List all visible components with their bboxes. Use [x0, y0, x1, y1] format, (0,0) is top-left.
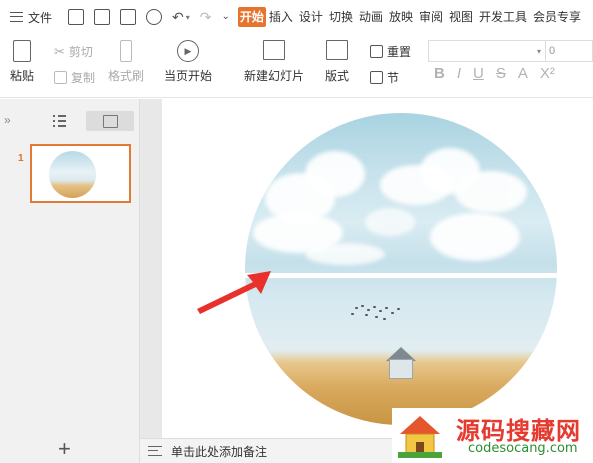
format-painter-button[interactable]: 格式刷 — [108, 40, 144, 84]
print-icon[interactable] — [120, 9, 137, 25]
save-icon[interactable] — [68, 9, 85, 25]
slide-thumbnail[interactable] — [30, 144, 131, 203]
format-painter-label: 格式刷 — [108, 69, 145, 83]
underline-icon[interactable]: U — [473, 66, 484, 81]
section-button[interactable]: 节 — [370, 69, 399, 86]
copy-icon — [54, 71, 67, 84]
quick-access-toolbar: ↶ ▾ ↷ ⌄ — [68, 9, 230, 25]
thumbnail-circle-image — [49, 151, 96, 198]
play-from-current-button[interactable]: ▶ 当页开始 — [164, 40, 212, 84]
new-slide-button[interactable]: 新建幻灯片 — [244, 40, 304, 84]
font-size-value: 0 — [549, 45, 556, 57]
scissors-icon: ✂ — [54, 43, 65, 59]
tab-home[interactable]: 开始 — [237, 7, 266, 27]
paste-icon — [13, 40, 31, 62]
house-image — [383, 345, 419, 381]
watermark: 源码搜藏网 codesocang.com — [392, 408, 593, 463]
play-icon: ▶ — [177, 40, 199, 62]
bold-icon[interactable]: B — [434, 66, 445, 81]
italic-icon[interactable]: I — [457, 66, 461, 81]
layout-icon — [326, 40, 348, 60]
redo-icon[interactable]: ↷ — [200, 10, 212, 24]
export-pdf-icon[interactable] — [94, 9, 111, 25]
collapse-panel-icon[interactable]: » — [4, 113, 11, 127]
brush-icon — [120, 40, 132, 62]
thumbnail-view-icon[interactable] — [86, 111, 134, 131]
customize-dropdown-icon[interactable]: ⌄ — [222, 12, 230, 22]
tab-review[interactable]: 审阅 — [416, 7, 446, 27]
menu-bar: 文件 ↶ ▾ ↷ ⌄ 开始 插入 设计 切换 动画 放映 审阅 视图 开发工具 … — [0, 0, 593, 34]
undo-icon[interactable]: ↶ — [172, 10, 184, 24]
ribbon-tabs: 开始 插入 设计 切换 动画 放映 审阅 视图 开发工具 会员专享 — [237, 7, 584, 27]
play-from-current-label: 当页开始 — [164, 69, 213, 83]
font-color-icon[interactable]: A — [518, 66, 528, 81]
outline-view-icon[interactable] — [53, 114, 66, 127]
new-slide-icon — [263, 40, 285, 60]
new-slide-label: 新建幻灯片 — [244, 69, 305, 83]
undo-dropdown-icon[interactable]: ▾ — [186, 13, 190, 22]
paste-label: 粘贴 — [10, 69, 35, 83]
reset-button[interactable]: 重置 — [370, 43, 411, 60]
print-preview-icon[interactable] — [146, 9, 163, 25]
copy-button[interactable]: 复制 — [54, 69, 95, 86]
tab-slideshow[interactable]: 放映 — [386, 7, 416, 27]
file-menu-label: 文件 — [28, 10, 53, 25]
font-name-dropdown-icon: ▾ — [536, 46, 541, 56]
format-toolbar: B I U S A X² — [434, 66, 555, 81]
add-slide-icon[interactable]: + — [58, 438, 71, 460]
notes-icon — [148, 446, 162, 456]
annotation-arrow — [197, 271, 271, 314]
section-icon — [370, 71, 383, 84]
tab-developer[interactable]: 开发工具 — [476, 7, 530, 27]
tab-view[interactable]: 视图 — [446, 7, 476, 27]
reset-label: 重置 — [387, 45, 412, 59]
tab-animations[interactable]: 动画 — [356, 7, 386, 27]
slide-number: 1 — [18, 153, 24, 164]
tab-transitions[interactable]: 切换 — [326, 7, 356, 27]
cut-label: 剪切 — [68, 45, 93, 59]
superscript-icon[interactable]: X² — [540, 66, 555, 81]
watermark-url: codesocang.com — [468, 441, 578, 456]
layout-button[interactable]: 版式 — [325, 40, 349, 84]
watermark-logo-icon — [398, 416, 442, 458]
split-line — [245, 273, 557, 278]
strikethrough-icon[interactable]: S — [496, 66, 506, 81]
paste-button[interactable]: 粘贴 — [10, 40, 34, 84]
tab-insert[interactable]: 插入 — [266, 7, 296, 27]
font-size-combo[interactable]: 0 — [545, 40, 593, 62]
circular-landscape-image[interactable] — [245, 113, 557, 425]
slides-panel: » 1 + — [0, 99, 140, 463]
section-label: 节 — [387, 71, 400, 85]
file-menu[interactable]: 文件 — [10, 9, 52, 26]
layout-label: 版式 — [325, 69, 350, 83]
reset-icon — [370, 45, 383, 58]
cut-button[interactable]: ✂ 剪切 — [54, 43, 93, 60]
slide[interactable] — [162, 99, 593, 438]
tab-member[interactable]: 会员专享 — [530, 7, 584, 27]
font-name-combo[interactable]: ▾ — [428, 40, 546, 62]
menu-icon — [10, 12, 23, 22]
copy-label: 复制 — [71, 71, 96, 85]
birds-flock — [347, 303, 407, 323]
tab-design[interactable]: 设计 — [296, 7, 326, 27]
notes-placeholder: 单击此处添加备注 — [171, 444, 268, 459]
